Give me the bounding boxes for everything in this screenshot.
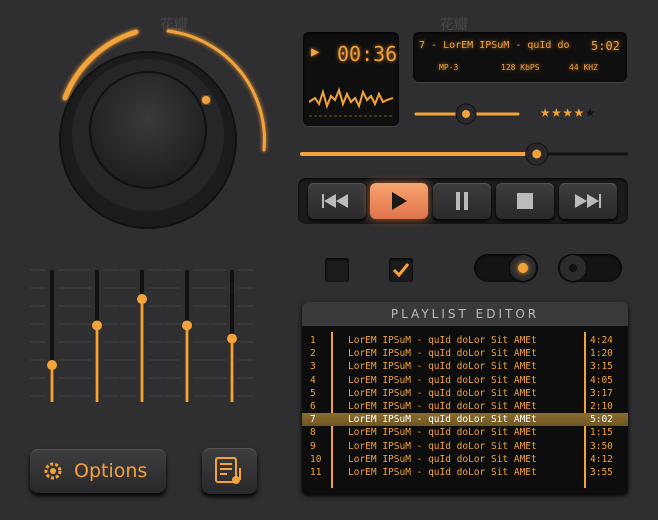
star-icon[interactable]: ★ <box>574 102 584 122</box>
row-title: LorEM IPSuM - quId doLor Sit AMEt <box>348 348 537 360</box>
eq-knob[interactable] <box>137 294 147 305</box>
prev-button[interactable] <box>308 183 366 219</box>
star-icon[interactable]: ★ <box>585 102 595 122</box>
row-duration: 2:10 <box>590 400 613 412</box>
checkbox-checked[interactable] <box>389 258 413 282</box>
playlist-row[interactable]: 2 LorEM IPSuM - quId doLor Sit AMEt 1:20 <box>302 347 628 360</box>
row-duration: 4:24 <box>590 335 613 346</box>
row-duration: 3:55 <box>590 466 613 478</box>
playlist-row[interactable]: 11 LorEM IPSuM - quId doLor Sit AMEt 3:55 <box>302 466 628 479</box>
row-number: 3 <box>310 361 316 373</box>
next-button[interactable] <box>559 183 617 219</box>
eq-knob[interactable] <box>227 333 237 344</box>
play-indicator-icon: ▶ <box>311 44 320 60</box>
playlist-row[interactable]: 3 LorEM IPSuM - quId doLor Sit AMEt 3:15 <box>302 360 628 373</box>
track-length: 5:02 <box>591 39 620 53</box>
balance-slider[interactable] <box>412 100 524 128</box>
time-display: ▶ 00:36 <box>303 32 399 126</box>
row-number: 9 <box>310 440 316 452</box>
star-icon[interactable]: ★ <box>551 102 561 122</box>
row-duration: 4:12 <box>590 453 613 465</box>
eq-knob[interactable] <box>47 360 57 371</box>
row-number: 6 <box>310 400 316 412</box>
star-icon[interactable]: ★ <box>540 102 550 122</box>
track-bitrate: 128 KbPS <box>501 63 540 72</box>
play-button[interactable] <box>370 183 428 219</box>
options-button[interactable]: Options <box>30 449 166 493</box>
star-icon[interactable]: ★ <box>563 102 573 122</box>
row-duration: 3:50 <box>590 440 613 452</box>
pause-icon <box>456 192 468 210</box>
playlist-title: PLAYLIST EDITOR <box>302 302 628 326</box>
playlist-note-icon <box>214 457 241 484</box>
options-label: Options <box>74 460 148 482</box>
playlist-row[interactable]: 8 LorEM IPSuM - quId doLor Sit AMEt 1:15 <box>302 426 628 439</box>
volume-knob[interactable] <box>20 10 290 260</box>
toggle-off[interactable] <box>558 254 622 282</box>
toggle-on[interactable] <box>474 254 538 282</box>
eq-knob[interactable] <box>92 320 102 331</box>
pause-button[interactable] <box>433 183 491 219</box>
row-title: LorEM IPSuM - quId doLor Sit AMEt <box>348 466 537 478</box>
prev-icon <box>322 194 348 208</box>
row-number: 7 <box>310 414 316 426</box>
row-duration: 4:05 <box>590 374 613 386</box>
row-duration: 5:02 <box>590 414 613 426</box>
track-khz: 44 KHZ <box>569 63 598 72</box>
checkbox-unchecked[interactable] <box>325 258 349 282</box>
row-duration: 3:17 <box>590 387 613 399</box>
eq-knob[interactable] <box>182 320 192 331</box>
row-number: 2 <box>310 348 316 360</box>
playlist-row[interactable]: 9 LorEM IPSuM - quId doLor Sit AMEt 3:50 <box>302 440 628 453</box>
stop-icon <box>517 193 533 209</box>
row-title: LorEM IPSuM - quId doLor Sit AMEt <box>348 440 537 452</box>
row-duration: 1:20 <box>590 348 613 360</box>
row-title: LorEM IPSuM - quId doLor Sit AMEt <box>348 374 537 386</box>
row-title: LorEM IPSuM - quId doLor Sit AMEt <box>348 427 537 439</box>
row-number: 10 <box>310 453 322 465</box>
track-info-display: 7 - LorEM IPSuM - quId do 5:02 MP-3 128 … <box>413 32 627 82</box>
playlist-row[interactable]: 5 LorEM IPSuM - quId doLor Sit AMEt 3:17 <box>302 387 628 400</box>
track-title: 7 - LorEM IPSuM - quId do <box>419 40 570 51</box>
row-title: LorEM IPSuM - quId doLor Sit AMEt <box>348 361 537 373</box>
watermark: 花瓣 <box>160 17 188 33</box>
elapsed-time: 00:36 <box>337 42 398 66</box>
row-title: LorEM IPSuM - quId doLor Sit AMEt <box>348 453 537 465</box>
equalizer[interactable] <box>30 262 270 412</box>
playlist-row[interactable]: 6 LorEM IPSuM - quId doLor Sit AMEt 2:10 <box>302 400 628 413</box>
row-number: 11 <box>310 466 322 478</box>
row-number: 4 <box>310 374 316 386</box>
playlist-row[interactable]: 7 LorEM IPSuM - quId doLor Sit AMEt 5:02 <box>302 413 628 427</box>
row-duration: 3:15 <box>590 361 613 373</box>
stop-button[interactable] <box>496 183 554 219</box>
playlist-row[interactable]: 10 LorEM IPSuM - quId doLor Sit AMEt 4:12 <box>302 453 628 466</box>
row-duration: 1:15 <box>590 427 613 439</box>
row-number: 8 <box>310 427 316 439</box>
playlist-row[interactable]: 4 LorEM IPSuM - quId doLor Sit AMEt 4:05 <box>302 374 628 387</box>
gear-icon <box>44 462 62 480</box>
row-title: LorEM IPSuM - quId doLor Sit AMEt <box>348 387 537 399</box>
row-number: 5 <box>310 387 316 399</box>
track-format: MP-3 <box>439 63 459 72</box>
watermark: 花瓣 <box>440 17 468 33</box>
waveform-visualizer <box>309 86 393 117</box>
row-title: LorEM IPSuM - quId doLor Sit AMEt <box>348 400 537 412</box>
playlist-button[interactable] <box>202 448 257 494</box>
next-icon <box>575 194 601 208</box>
playlist-row[interactable]: 1 LorEM IPSuM - quId doLor Sit AMEt 4:24 <box>302 334 628 347</box>
rating-stars[interactable]: ★ ★ ★ ★ ★ <box>540 102 595 122</box>
seek-slider[interactable] <box>300 140 630 168</box>
playlist-editor: PLAYLIST EDITOR 1 LorEM IPSuM - quId doLo… <box>302 302 628 494</box>
row-number: 1 <box>310 335 316 346</box>
row-title: LorEM IPSuM - quId doLor Sit AMEt <box>348 414 537 426</box>
row-title: LorEM IPSuM - quId doLor Sit AMEt <box>348 335 537 346</box>
checkmark-icon <box>392 263 410 278</box>
play-icon <box>392 192 407 210</box>
transport-controls <box>298 178 628 224</box>
